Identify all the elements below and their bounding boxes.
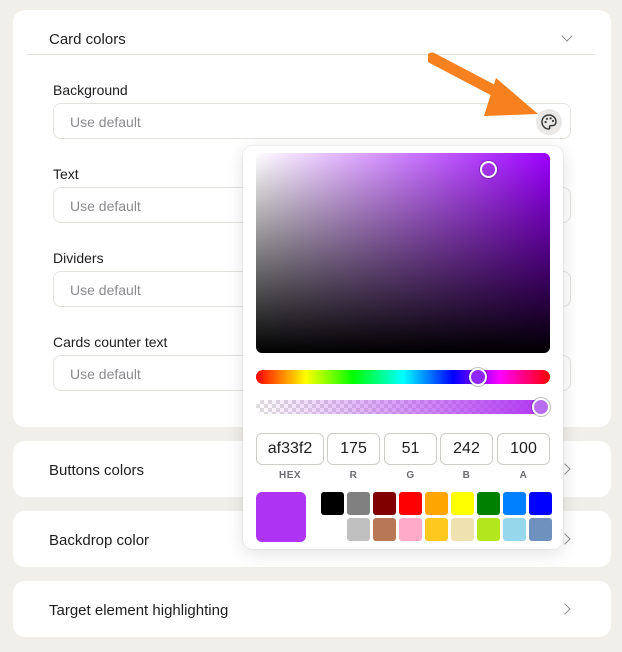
hex-input[interactable]: af33f2 [256,433,324,465]
buttons-colors-title: Buttons colors [49,462,145,479]
cards-counter-text-placeholder: Use default [70,366,141,382]
alpha-handle[interactable] [532,398,550,416]
text-label: Text [53,166,79,182]
target-element-highlighting-section[interactable]: Target element highlighting [13,581,611,637]
card-colors-title: Card colors [49,31,126,48]
hue-handle[interactable] [469,368,487,386]
color-swatch[interactable] [425,518,448,541]
cards-counter-text-label: Cards counter text [53,334,168,350]
alpha-slider[interactable] [256,398,550,416]
color-swatch[interactable] [373,518,396,541]
color-swatch[interactable] [477,492,500,515]
color-swatch[interactable] [347,492,370,515]
target-element-highlighting-title: Target element highlighting [49,602,229,619]
hex-label: HEX [278,470,302,481]
g-input[interactable]: 51 [384,433,437,465]
preset-swatches [321,492,561,542]
hue-slider[interactable] [256,368,550,386]
g-label: G [406,470,415,481]
color-swatch[interactable] [503,518,526,541]
background-placeholder: Use default [70,114,141,130]
color-picker-popover: af33f2 HEX 175 R 51 G 242 B 100 A [243,146,563,549]
color-swatch[interactable] [425,492,448,515]
r-label: R [349,470,358,481]
color-preview [256,492,306,542]
color-swatch[interactable] [321,492,344,515]
color-swatch[interactable] [503,492,526,515]
text-placeholder: Use default [70,198,141,214]
alpha-gradient [256,400,550,414]
chevron-right-icon[interactable] [559,603,571,615]
color-swatch[interactable] [529,518,552,541]
color-swatch[interactable] [477,518,500,541]
color-swatch[interactable] [347,518,370,541]
saturation-handle[interactable] [480,161,497,178]
annotation-arrow-icon [428,52,538,116]
color-swatch[interactable] [451,492,474,515]
b-label: B [462,470,471,481]
dividers-placeholder: Use default [70,282,141,298]
dividers-label: Dividers [53,250,104,266]
color-swatch[interactable] [529,492,552,515]
a-input[interactable]: 100 [497,433,550,465]
b-input[interactable]: 242 [440,433,493,465]
color-swatch[interactable] [399,518,422,541]
backdrop-color-title: Backdrop color [49,532,150,549]
background-label: Background [53,82,128,98]
a-label: A [519,470,528,481]
color-swatch[interactable] [399,492,422,515]
saturation-area[interactable] [256,153,550,353]
color-swatch[interactable] [451,518,474,541]
color-swatch[interactable] [373,492,396,515]
color-values: af33f2 HEX 175 R 51 G 242 B 100 A [256,433,550,481]
r-input[interactable]: 175 [327,433,380,465]
